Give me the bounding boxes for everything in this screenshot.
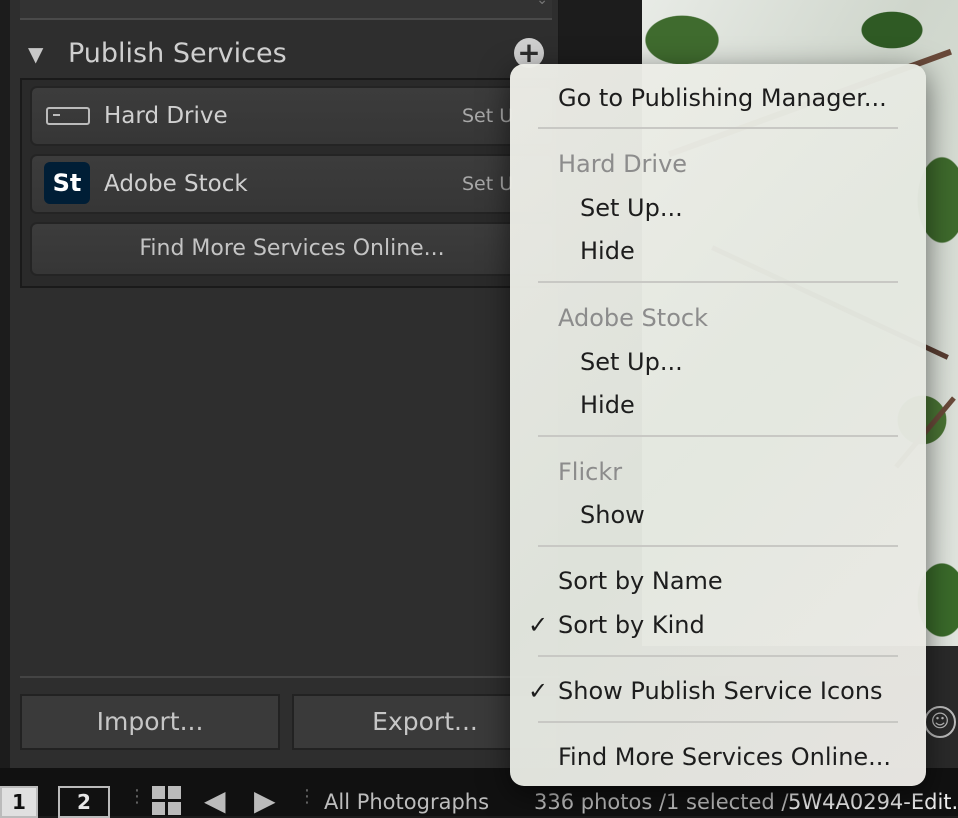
grid-view-icon[interactable] (152, 786, 182, 816)
menu-item-sort-by-name[interactable]: Sort by Name (558, 559, 723, 603)
menu-separator (538, 655, 898, 657)
menu-item-find-more-services-online[interactable]: Find More Services Online... (558, 735, 891, 779)
menu-separator (538, 435, 898, 437)
checkmark-icon: ✓ (528, 677, 549, 705)
menu-item-hard-drive-set-up[interactable]: Set Up... (580, 186, 683, 230)
service-label: Adobe Stock (104, 171, 248, 197)
collapse-triangle-icon[interactable]: ▼ (28, 36, 43, 72)
service-setup-link[interactable]: Set U (462, 88, 513, 144)
menu-header-adobe-stock: Adobe Stock (558, 304, 708, 332)
panel-title: Publish Services (68, 38, 287, 69)
menu-item-go-to-publishing-manager[interactable]: Go to Publishing Manager... (558, 76, 887, 120)
service-row-hard-drive[interactable]: Hard Drive Set U (30, 86, 554, 146)
forward-arrow-icon[interactable]: ▶ (254, 784, 276, 817)
photo-count-label: 336 photos /1 selected / (534, 790, 789, 814)
publish-services-header[interactable]: ▼ Publish Services + (28, 36, 558, 72)
service-row-adobe-stock[interactable]: St Adobe Stock Set U (30, 154, 554, 214)
menu-separator (538, 281, 898, 283)
left-panel: ⌄ ▼ Publish Services + Hard Drive Set U … (10, 0, 560, 768)
separator-dots: ⋮ (298, 786, 316, 807)
import-button[interactable]: Import... (20, 694, 280, 750)
checkmark-icon: ✓ (528, 611, 549, 639)
chevron-down-icon: ⌄ (536, 0, 548, 8)
separator-dots: ⋮ (128, 786, 146, 807)
left-edge-strip (0, 0, 10, 768)
menu-separator (538, 545, 898, 547)
source-label[interactable]: All Photographs (324, 790, 489, 814)
screen-1-button[interactable]: 1 (0, 786, 38, 818)
services-list: Hard Drive Set U St Adobe Stock Set U Fi… (20, 78, 558, 288)
publish-services-context-menu: Go to Publishing Manager... Hard Drive S… (510, 64, 926, 786)
adobe-stock-icon: St (44, 162, 90, 204)
service-setup-link[interactable]: Set U (462, 156, 513, 212)
menu-item-flickr-show[interactable]: Show (580, 493, 645, 537)
menu-item-adobe-stock-hide[interactable]: Hide (580, 383, 635, 427)
menu-item-adobe-stock-set-up[interactable]: Set Up... (580, 340, 683, 384)
menu-item-hard-drive-hide[interactable]: Hide (580, 229, 635, 273)
face-icon[interactable]: ☺ (924, 706, 956, 738)
menu-header-hard-drive: Hard Drive (558, 150, 688, 178)
menu-item-show-publish-service-icons[interactable]: Show Publish Service Icons (558, 669, 883, 713)
menu-header-flickr: Flickr (558, 458, 623, 486)
back-arrow-icon[interactable]: ◀ (204, 784, 226, 817)
screen-2-button[interactable]: 2 (58, 786, 110, 818)
menu-separator (538, 127, 898, 129)
service-label: Hard Drive (104, 103, 228, 129)
previous-section-bar[interactable]: ⌄ (20, 0, 552, 20)
find-more-services-button[interactable]: Find More Services Online... (30, 222, 554, 276)
hard-drive-icon (46, 107, 90, 125)
filename-label: 5W4A0294-Edit. (788, 790, 958, 814)
panel-divider (20, 676, 560, 678)
menu-separator (538, 721, 898, 723)
menu-item-sort-by-kind[interactable]: Sort by Kind (558, 603, 705, 647)
